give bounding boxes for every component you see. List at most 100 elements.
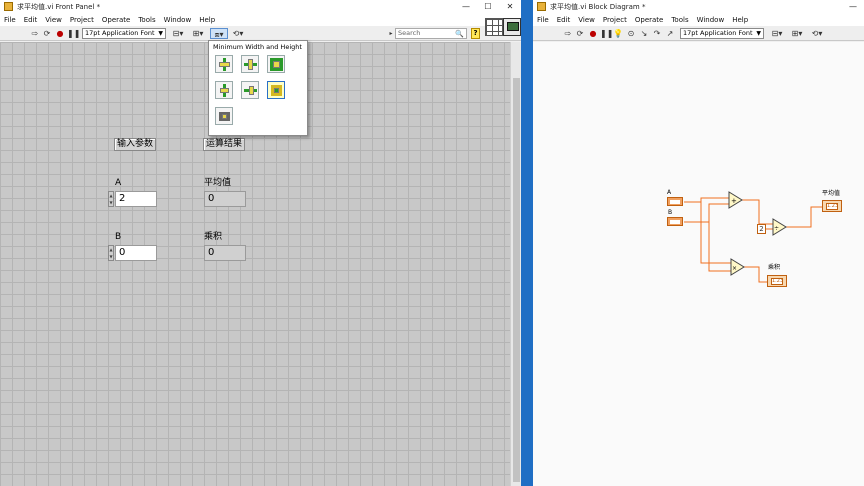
vi-file-icon bbox=[537, 2, 546, 11]
resize-objects-icon[interactable]: ⧈▾ bbox=[210, 28, 228, 39]
menu-window[interactable]: Window bbox=[160, 16, 196, 24]
terminal-b[interactable] bbox=[667, 217, 683, 226]
menu-file[interactable]: File bbox=[0, 16, 20, 24]
min-height-icon[interactable] bbox=[241, 81, 259, 99]
chevron-down-icon: ▼ bbox=[756, 30, 761, 37]
terminal-a-label: A bbox=[667, 189, 672, 196]
pause-icon[interactable]: ❚❚ bbox=[67, 28, 80, 39]
pause-icon[interactable]: ❚❚ bbox=[600, 28, 613, 39]
menu-operate[interactable]: Operate bbox=[98, 16, 134, 24]
min-width-height-icon[interactable] bbox=[267, 81, 285, 99]
menu-help[interactable]: Help bbox=[728, 16, 752, 24]
menu-operate[interactable]: Operate bbox=[631, 16, 667, 24]
resize-objects-popup: Minimum Width and Height bbox=[208, 40, 308, 136]
align-objects-icon[interactable]: ⊟▾ bbox=[769, 28, 785, 39]
align-objects-icon[interactable]: ⊟▾ bbox=[170, 28, 186, 39]
run-continuously-icon[interactable]: ⟳ bbox=[575, 28, 585, 39]
retain-wire-values-icon[interactable]: ⊙ bbox=[626, 28, 636, 39]
close-button[interactable]: ✕ bbox=[499, 0, 521, 13]
search-input[interactable]: Search 🔍 bbox=[395, 28, 467, 39]
inputs-decoration-label: 输入参数 bbox=[114, 138, 157, 151]
menu-project[interactable]: Project bbox=[599, 16, 631, 24]
step-over-icon[interactable]: ↷ bbox=[652, 28, 662, 39]
reorder-icon[interactable]: ⟲▾ bbox=[230, 28, 246, 39]
menu-bar: File Edit View Project Operate Tools Win… bbox=[0, 13, 521, 26]
match-width-icon[interactable] bbox=[215, 55, 233, 73]
menu-help[interactable]: Help bbox=[195, 16, 219, 24]
average-indicator: 0 bbox=[204, 191, 246, 207]
popup-tooltip: Minimum Width and Height bbox=[213, 43, 302, 51]
toolbar: ⇨ ⟳ ● ❚❚ 💡 ⊙ ↘ ↷ ↗ 17pt Application Font… bbox=[533, 26, 864, 41]
toolbar: ⇨ ⟳ ● ❚❚ 17pt Application Font ▼ ⊟▾ ⊞▾ ⧈… bbox=[0, 26, 521, 41]
title-bar: 求平均值.vi Front Panel * — ☐ ✕ bbox=[0, 0, 521, 13]
vi-file-icon bbox=[4, 2, 13, 11]
control-b-input[interactable]: 0 bbox=[115, 245, 157, 261]
highlight-execution-icon[interactable]: 💡 bbox=[613, 28, 623, 39]
maximize-button[interactable]: ☐ bbox=[477, 0, 499, 13]
block-diagram-window: 求平均值.vi Block Diagram * — File Edit View… bbox=[533, 0, 864, 486]
abort-icon[interactable]: ● bbox=[588, 28, 598, 39]
wire-add-to-divide bbox=[742, 199, 773, 225]
minimize-button[interactable]: — bbox=[842, 0, 864, 13]
search-placeholder: Search bbox=[398, 29, 421, 37]
product-indicator-label: 乘积 bbox=[204, 232, 223, 242]
menu-view[interactable]: View bbox=[574, 16, 599, 24]
menu-tools[interactable]: Tools bbox=[134, 16, 159, 24]
control-a-input[interactable]: 2 bbox=[115, 191, 157, 207]
font-select-value: 17pt Application Font bbox=[85, 29, 155, 37]
context-help-button[interactable]: ? bbox=[471, 28, 480, 39]
search-icon[interactable]: 🔍 bbox=[455, 30, 464, 39]
toolbar-overflow-icon[interactable]: ▸ bbox=[388, 28, 394, 39]
font-select-value: 17pt Application Font bbox=[683, 29, 753, 37]
minimize-button[interactable]: — bbox=[455, 0, 477, 13]
chevron-down-icon: ▼ bbox=[158, 30, 163, 37]
product-terminal[interactable]: 1.23 bbox=[767, 275, 787, 287]
run-arrow-icon[interactable]: ⇨ bbox=[563, 28, 573, 39]
scrollbar-thumb[interactable] bbox=[513, 78, 520, 482]
average-terminal[interactable]: 1.23 bbox=[822, 200, 842, 212]
font-select[interactable]: 17pt Application Font ▼ bbox=[82, 28, 166, 39]
title-bar: 求平均值.vi Block Diagram * — bbox=[533, 0, 864, 13]
menu-bar: File Edit View Project Operate Tools Win… bbox=[533, 13, 864, 26]
menu-tools[interactable]: Tools bbox=[667, 16, 692, 24]
control-b-spinner[interactable]: ▲ ▼ bbox=[108, 245, 114, 261]
run-arrow-icon[interactable]: ⇨ bbox=[30, 28, 40, 39]
wire-a-to-multiply bbox=[700, 202, 731, 264]
add-symbol: + bbox=[731, 197, 737, 205]
block-diagram-canvas[interactable]: + ÷ × A B 2 平均值 1.23 乘积 1.23 bbox=[533, 42, 864, 486]
menu-window[interactable]: Window bbox=[693, 16, 729, 24]
constant-two[interactable]: 2 bbox=[757, 224, 766, 234]
font-select[interactable]: 17pt Application Font ▼ bbox=[680, 28, 764, 39]
match-width-height-icon[interactable] bbox=[267, 55, 285, 73]
distribute-objects-icon[interactable]: ⊞▾ bbox=[190, 28, 206, 39]
terminal-b-label: B bbox=[668, 209, 673, 216]
terminal-a[interactable] bbox=[667, 197, 683, 206]
menu-view[interactable]: View bbox=[41, 16, 66, 24]
min-width-icon[interactable] bbox=[215, 81, 233, 99]
match-height-icon[interactable] bbox=[241, 55, 259, 73]
menu-project[interactable]: Project bbox=[66, 16, 98, 24]
product-terminal-label: 乘积 bbox=[768, 264, 781, 271]
vi-icon[interactable] bbox=[503, 18, 521, 36]
window-title: 求平均值.vi Block Diagram * bbox=[550, 2, 646, 11]
wire-multiply-to-product bbox=[744, 266, 767, 283]
wire-divide-to-average bbox=[786, 206, 822, 228]
menu-edit[interactable]: Edit bbox=[20, 16, 42, 24]
menu-edit[interactable]: Edit bbox=[553, 16, 575, 24]
control-a-label: A bbox=[115, 178, 122, 188]
step-out-icon[interactable]: ↗ bbox=[665, 28, 675, 39]
step-into-icon[interactable]: ↘ bbox=[639, 28, 649, 39]
wire-b-to-multiply bbox=[708, 222, 731, 272]
run-continuously-icon[interactable]: ⟳ bbox=[42, 28, 52, 39]
vertical-scrollbar[interactable] bbox=[510, 42, 521, 486]
control-b-label: B bbox=[115, 232, 122, 242]
set-width-height-icon[interactable] bbox=[215, 107, 233, 125]
menu-file[interactable]: File bbox=[533, 16, 553, 24]
abort-icon[interactable]: ● bbox=[55, 28, 65, 39]
control-a-spinner[interactable]: ▲ ▼ bbox=[108, 191, 114, 207]
distribute-objects-icon[interactable]: ⊞▾ bbox=[789, 28, 805, 39]
connector-pane-icon[interactable] bbox=[485, 18, 503, 36]
wire-b-to-add bbox=[684, 203, 729, 223]
front-panel-window: 求平均值.vi Front Panel * — ☐ ✕ File Edit Vi… bbox=[0, 0, 521, 486]
reorder-icon[interactable]: ⟲▾ bbox=[809, 28, 825, 39]
